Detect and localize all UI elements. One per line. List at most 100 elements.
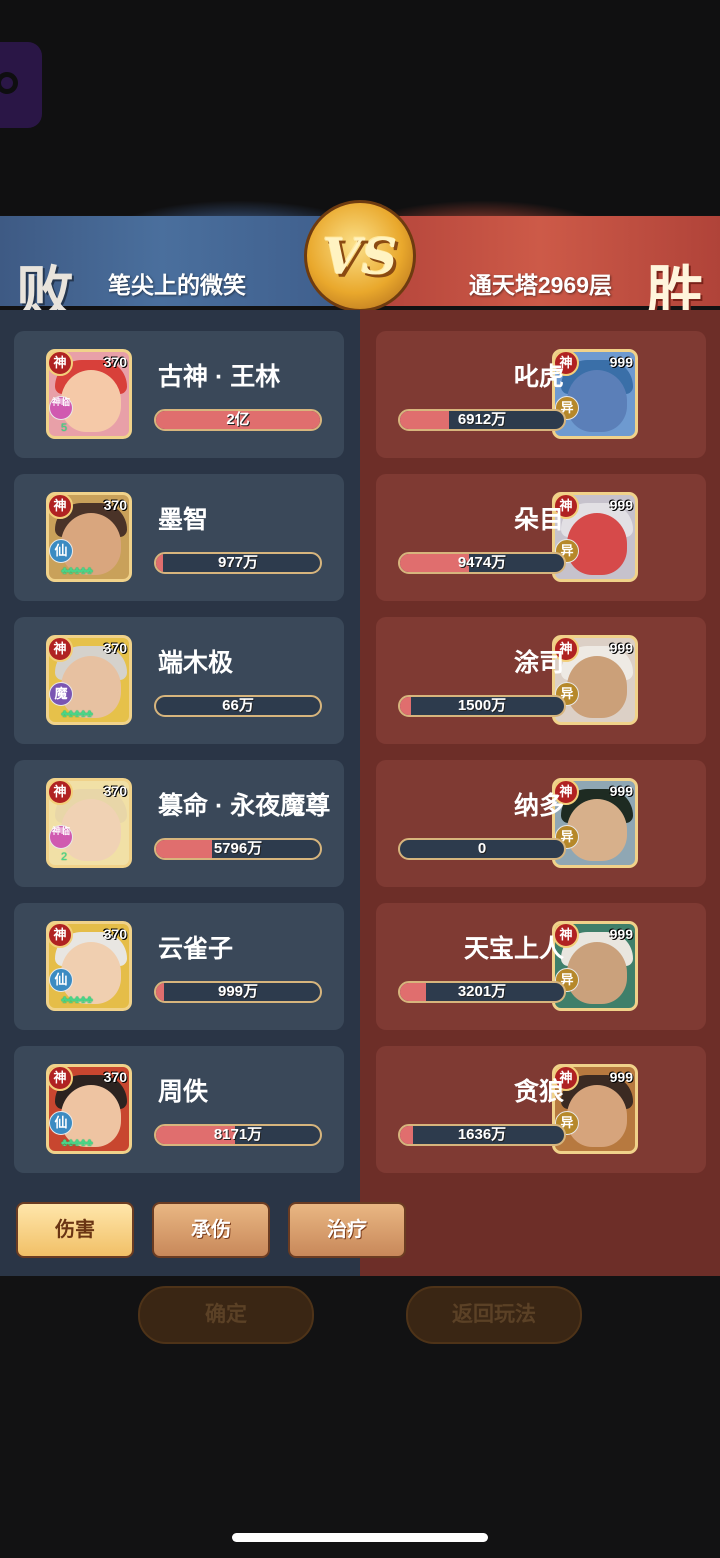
faction-badge: 魔 [49, 682, 73, 706]
hero-name: 云雀子 [158, 935, 234, 963]
hero-card[interactable]: 神 370 仙 ♣♣♣♣♣ 云雀子 999万 [14, 903, 344, 1030]
star-rank: 2 [61, 851, 67, 863]
stat-bar: 8171万 [154, 1124, 322, 1146]
stat-bar: 977万 [154, 552, 322, 574]
stat-value: 3201万 [457, 983, 507, 1000]
faction-badge: 神临 [49, 825, 73, 849]
hero-card[interactable]: 神 370 仙 ♣♣♣♣♣ 墨智 977万 [14, 474, 344, 601]
stat-bar: 66万 [154, 695, 322, 717]
hero-portrait[interactable]: 神 999 异 [552, 1064, 638, 1154]
hero-name: 纳多 [513, 792, 564, 820]
confirm-button[interactable]: 确定 [138, 1286, 314, 1344]
ring-icon [0, 72, 18, 94]
hero-card[interactable]: 神 999 异纳多 0 [376, 760, 706, 887]
faction-badge: 仙 [49, 1111, 73, 1135]
hero-level: 999 [609, 1069, 633, 1085]
star-rank: 5 [61, 422, 67, 434]
stat-value: 1636万 [457, 1126, 507, 1143]
back-to-mode-button[interactable]: 返回玩法 [406, 1286, 582, 1344]
stat-value: 9474万 [457, 554, 507, 571]
stat-bar: 6912万 [398, 409, 566, 431]
stat-bar: 999万 [154, 981, 322, 1003]
hero-name: 篡命 · 永夜魔尊 [158, 792, 331, 820]
stat-value: 5796万 [213, 840, 263, 857]
hero-card[interactable]: 神 370 神临 5 古神 · 王林 2亿 [14, 331, 344, 458]
god-badge: 神 [49, 924, 73, 948]
stat-value: 8171万 [213, 1126, 263, 1143]
tab-damage-taken[interactable]: 承伤 [152, 1202, 270, 1258]
hero-name: 端木极 [158, 649, 234, 677]
hero-name: 叱虎 [513, 363, 564, 391]
stat-bar: 5796万 [154, 838, 322, 860]
hero-level: 370 [103, 926, 127, 942]
hero-portrait[interactable]: 神 999 异 [552, 492, 638, 582]
hero-card[interactable]: 神 999 异贪狼 1636万 [376, 1046, 706, 1173]
vs-label: VS [322, 226, 398, 286]
god-badge: 神 [49, 495, 73, 519]
faction-badge: 神临 [49, 396, 73, 420]
hero-portrait[interactable]: 神 999 异 [552, 921, 638, 1011]
hero-portrait[interactable]: 神 370 神临 2 [46, 778, 132, 868]
hero-level: 370 [103, 783, 127, 799]
hero-level: 999 [609, 783, 633, 799]
faction-badge: 仙 [49, 539, 73, 563]
tab-damage[interactable]: 伤害 [16, 1202, 134, 1258]
hero-card[interactable]: 神 999 异朵目 9474万 [376, 474, 706, 601]
stat-bar: 1636万 [398, 1124, 566, 1146]
hero-name: 朵目 [513, 506, 564, 534]
hero-level: 999 [609, 640, 633, 656]
left-player-name: 笔尖上的微笑 [108, 272, 246, 298]
hero-level: 370 [103, 497, 127, 513]
menu-corner-button[interactable] [0, 42, 42, 128]
hero-card[interactable]: 神 370 魔 ♣♣♣♣♣ 端木极 66万 [14, 617, 344, 744]
hero-name: 天宝上人 [463, 935, 564, 963]
god-badge: 神 [49, 1067, 73, 1091]
hero-level: 999 [609, 926, 633, 942]
hero-portrait[interactable]: 神 999 异 [552, 635, 638, 725]
hero-card[interactable]: 神 999 异叱虎 6912万 [376, 331, 706, 458]
hero-portrait[interactable]: 神 370 仙 ♣♣♣♣♣ [46, 1064, 132, 1154]
star-rank: ♣♣♣♣♣ [61, 994, 93, 1006]
stat-value: 2亿 [226, 411, 250, 428]
hero-card[interactable]: 神 370 神临 2 篡命 · 永夜魔尊 5796万 [14, 760, 344, 887]
hero-level: 999 [609, 497, 633, 513]
battle-result-banner: 败 笔尖上的微笑 通天塔2969层 胜 VS [0, 196, 720, 327]
god-badge: 神 [49, 781, 73, 805]
hero-level: 370 [103, 640, 127, 656]
hero-level: 999 [609, 354, 633, 370]
stat-value: 999万 [217, 983, 259, 1000]
home-indicator[interactable] [232, 1533, 488, 1542]
hero-name: 涂司 [513, 649, 564, 677]
hero-level: 370 [103, 354, 127, 370]
right-player-name: 通天塔2969层 [468, 272, 612, 298]
stat-value: 6912万 [457, 411, 507, 428]
hero-portrait[interactable]: 神 370 仙 ♣♣♣♣♣ [46, 921, 132, 1011]
faction-badge: 仙 [49, 968, 73, 992]
star-rank: ♣♣♣♣♣ [61, 708, 93, 720]
hero-portrait[interactable]: 神 999 异 [552, 349, 638, 439]
god-badge: 神 [49, 638, 73, 662]
stat-bar: 2亿 [154, 409, 322, 431]
stat-bar: 1500万 [398, 695, 566, 717]
stat-value: 66万 [222, 697, 254, 714]
hero-card[interactable]: 神 999 异涂司 1500万 [376, 617, 706, 744]
stat-bar: 3201万 [398, 981, 566, 1003]
hero-name: 墨智 [158, 506, 209, 534]
hero-name: 贪狼 [513, 1078, 564, 1106]
vs-emblem: VS [304, 200, 416, 312]
god-badge: 神 [49, 352, 73, 376]
hero-portrait[interactable]: 神 370 神临 5 [46, 349, 132, 439]
stat-value: 977万 [217, 554, 259, 571]
hero-card[interactable]: 神 999 异天宝上人 3201万 [376, 903, 706, 1030]
hero-portrait[interactable]: 神 370 仙 ♣♣♣♣♣ [46, 492, 132, 582]
star-rank: ♣♣♣♣♣ [61, 1137, 93, 1149]
star-rank: ♣♣♣♣♣ [61, 565, 93, 577]
hero-name: 周佚 [158, 1078, 209, 1106]
top-background [0, 0, 720, 215]
hero-portrait[interactable]: 神 999 异 [552, 778, 638, 868]
hero-name: 古神 · 王林 [158, 363, 281, 391]
tab-healing[interactable]: 治疗 [288, 1202, 406, 1258]
hero-level: 370 [103, 1069, 127, 1085]
hero-portrait[interactable]: 神 370 魔 ♣♣♣♣♣ [46, 635, 132, 725]
hero-card[interactable]: 神 370 仙 ♣♣♣♣♣ 周佚 8171万 [14, 1046, 344, 1173]
